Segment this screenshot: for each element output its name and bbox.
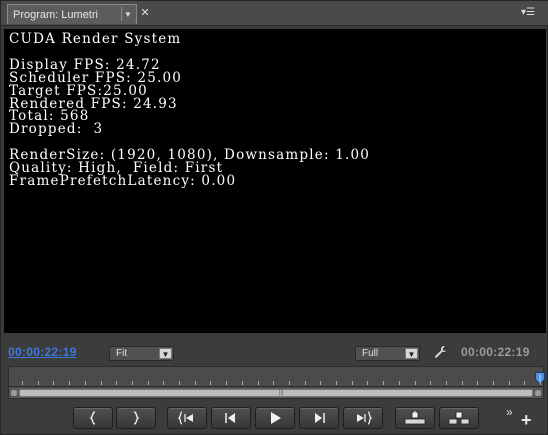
video-viewer[interactable]: CUDA Render System Display FPS: 24.72 Sche…: [4, 29, 546, 333]
overlay-text-line: Rendered FPS: 24.93: [9, 95, 178, 112]
duration-timecode: 00:00:22:19: [461, 345, 530, 359]
ruler-tick: [163, 381, 165, 385]
ruler-tick: [508, 381, 510, 385]
ruler-tick: [179, 381, 180, 385]
ruler-tick: [493, 381, 494, 385]
ruler-tick: [320, 381, 322, 385]
ruler-tick: [430, 381, 432, 385]
ruler-tick: [194, 381, 196, 385]
ruler-tick: [461, 381, 463, 385]
scroll-thumb[interactable]: |||: [19, 389, 533, 397]
ruler-tick: [22, 381, 23, 385]
step-back-icon: [225, 413, 235, 423]
chevron-down-icon: ▼: [405, 348, 418, 359]
ruler-tick: [116, 381, 118, 385]
ruler-tick: [524, 381, 526, 385]
program-monitor-panel: Program: Lumetri ▼ ✕ ▾☰ CUDA Render Syst…: [0, 0, 548, 435]
step-forward-button[interactable]: [299, 407, 339, 429]
ruler-tick: [383, 381, 385, 385]
go-to-in-icon: [178, 411, 193, 425]
ruler-tick: [351, 381, 353, 385]
add-button-icon[interactable]: +: [521, 411, 532, 429]
ruler-tick: [131, 381, 133, 385]
ruler-tick: [414, 381, 416, 385]
grip-icon: |||: [279, 390, 284, 396]
ruler-tick: [226, 381, 228, 385]
ruler-tick: [84, 381, 86, 385]
ruler-tick: [257, 381, 259, 385]
ruler-tick: [304, 381, 306, 385]
resolution-select[interactable]: Full ▼: [355, 346, 420, 361]
play-icon: [271, 412, 281, 424]
wrench-icon[interactable]: [433, 344, 449, 360]
tab-label: Program: Lumetri: [13, 8, 98, 21]
ruler-tick: [241, 381, 243, 385]
tab-dropdown-icon[interactable]: ▼: [121, 7, 134, 21]
more-controls-icon[interactable]: »: [506, 405, 513, 419]
lift-icon: [404, 411, 426, 425]
ruler-tick: [147, 381, 149, 385]
panel-menu-icon[interactable]: ▾☰: [521, 7, 543, 19]
ruler-tick: [37, 381, 39, 385]
ruler-tick: [336, 381, 337, 385]
mark-out-icon: [133, 411, 140, 425]
mini-timeline[interactable]: |||: [8, 366, 545, 399]
ruler-tick: [540, 381, 542, 385]
ruler-tick: [210, 381, 212, 385]
resolution-select-value: Full: [362, 348, 379, 359]
zoom-select-value: Fit: [116, 348, 128, 359]
ruler-tick: [398, 381, 400, 385]
ruler-tick: [367, 381, 369, 385]
ruler-tick: [288, 381, 290, 385]
ruler-tick: [100, 381, 102, 385]
scroll-start-handle[interactable]: [10, 389, 18, 397]
go-to-out-icon: [357, 411, 372, 425]
step-back-button[interactable]: [211, 407, 251, 429]
mark-in-icon: [89, 411, 96, 425]
overlay-text-line: Dropped: 3: [9, 121, 104, 138]
step-forward-icon: [315, 413, 325, 423]
ruler-tick: [69, 381, 71, 385]
ruler-tick: [53, 381, 55, 385]
go-to-out-button[interactable]: [343, 407, 383, 429]
extract-button[interactable]: [439, 407, 479, 429]
extract-icon: [448, 411, 470, 425]
go-to-in-button[interactable]: [167, 407, 207, 429]
lift-button[interactable]: [395, 407, 435, 429]
chevron-down-icon: ▼: [159, 348, 172, 359]
mark-in-button[interactable]: [73, 407, 113, 429]
zoom-select[interactable]: Fit ▼: [109, 346, 174, 361]
overlay-text-line: CUDA Render System: [9, 31, 182, 47]
play-button[interactable]: [255, 407, 295, 429]
timecode-row: 00:00:22:19 Fit ▼ Full ▼ 00:00:22:19: [1, 339, 548, 365]
timeline-scrollbar[interactable]: |||: [9, 388, 543, 398]
overlay-text-line: FramePrefetchLatency: 0.00: [9, 173, 237, 190]
transport-controls: » +: [1, 405, 548, 433]
scroll-end-handle[interactable]: [534, 389, 542, 397]
tab-program-monitor[interactable]: Program: Lumetri ▼: [7, 4, 137, 24]
panel-tab-bar: Program: Lumetri ▼ ✕ ▾☰: [1, 1, 548, 26]
time-ruler[interactable]: [9, 367, 545, 387]
ruler-tick: [445, 381, 447, 385]
ruler-tick: [273, 381, 275, 385]
mark-out-button[interactable]: [116, 407, 156, 429]
ruler-tick: [477, 381, 479, 385]
close-icon[interactable]: ✕: [140, 7, 150, 19]
current-timecode[interactable]: 00:00:22:19: [8, 345, 77, 359]
